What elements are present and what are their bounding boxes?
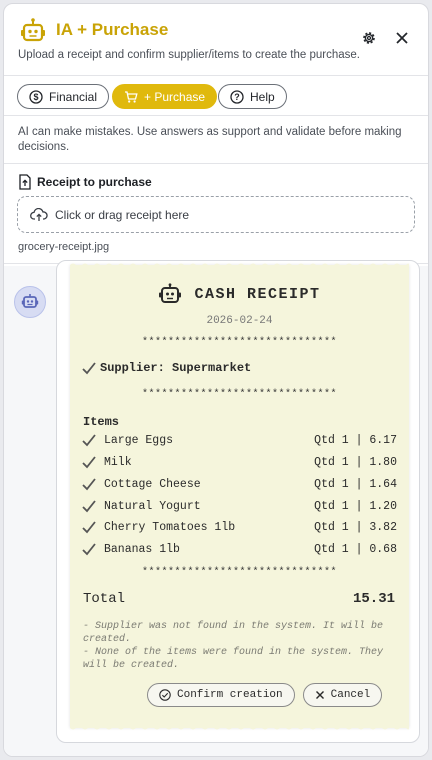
dropzone-label: Click or drag receipt here	[55, 207, 190, 222]
check-icon	[82, 434, 96, 447]
item-qty-price: Qtd 1 | 0.68	[314, 542, 397, 556]
item-name: Cottage Cheese	[104, 477, 201, 491]
tab-bar: $ Financial + Purchase ? Help	[4, 76, 428, 116]
file-upload-icon	[19, 174, 31, 190]
receipt-title: CASH RECEIPT	[194, 285, 321, 303]
receipt-separator: ******************************	[141, 389, 338, 400]
item-name: Cherry Tomatoes 1lb	[104, 520, 236, 534]
check-icon	[82, 543, 96, 556]
receipt-upload-section: Receipt to purchase Click or drag receip…	[4, 164, 428, 264]
item-qty-price: Qtd 1 | 1.80	[314, 455, 397, 469]
receipt-header: CASH RECEIPT	[70, 283, 409, 305]
tab-purchase-label: + Purchase	[144, 89, 206, 104]
robot-icon	[21, 294, 39, 308]
item-name: Large Eggs	[104, 433, 174, 447]
avatar	[14, 286, 46, 318]
list-item: Large Eggs Qtd 1 | 6.17	[81, 432, 397, 448]
receipt-dropzone[interactable]: Click or drag receipt here	[17, 196, 415, 233]
check-icon	[82, 500, 96, 513]
check-icon	[82, 456, 96, 469]
cloud-upload-icon	[30, 207, 48, 221]
gear-icon	[363, 32, 375, 44]
supplier-note: - Supplier was not found in the system. …	[83, 621, 384, 645]
list-item: Cherry Tomatoes 1lb Qtd 1 | 3.82	[81, 519, 397, 535]
check-icon	[82, 362, 96, 375]
settings-button[interactable]	[358, 27, 380, 49]
item-qty-price: Qtd 1 | 3.82	[314, 520, 397, 534]
close-icon	[396, 32, 408, 44]
list-item: Milk Qtd 1 | 1.80	[81, 454, 397, 470]
upload-title: Receipt to purchase	[37, 175, 152, 189]
total-label: Total	[83, 591, 126, 607]
receipt-supplier: Supplier: Supermarket	[81, 360, 251, 376]
receipt-top-edge	[70, 263, 409, 268]
tab-help-label: Help	[250, 89, 275, 104]
cart-icon	[125, 90, 138, 103]
receipt-actions: Confirm creation Cancel	[147, 683, 383, 707]
uploaded-filename: grocery-receipt.jpg	[18, 241, 110, 253]
dollar-icon: $	[29, 89, 43, 104]
panel-title: IA + Purchase	[56, 20, 169, 39]
panel-subtitle: Upload a receipt and confirm supplier/it…	[18, 49, 360, 61]
item-qty-price: Qtd 1 | 1.64	[314, 477, 397, 491]
receipt-bottom-edge	[70, 725, 409, 730]
check-circle-icon	[159, 689, 171, 701]
items-heading: Items	[83, 415, 120, 429]
list-item: Cottage Cheese Qtd 1 | 1.64	[81, 476, 397, 492]
purchase-assistant-panel: IA + Purchase Upload a receipt and confi…	[3, 3, 429, 757]
item-name: Natural Yogurt	[104, 499, 201, 513]
item-name: Bananas 1lb	[104, 542, 180, 556]
tab-financial[interactable]: $ Financial	[17, 84, 110, 109]
cash-receipt: CASH RECEIPT 2026-02-24 ****************…	[70, 263, 409, 730]
svg-text:?: ?	[234, 92, 240, 102]
ai-disclaimer: AI can make mistakes. Use answers as sup…	[4, 116, 428, 164]
assistant-message-bubble: CASH RECEIPT 2026-02-24 ****************…	[56, 260, 420, 743]
robot-icon	[159, 283, 182, 303]
tab-purchase[interactable]: + Purchase	[112, 84, 218, 109]
supplier-label: Supplier: Supermarket	[100, 361, 252, 375]
close-icon	[315, 691, 324, 699]
cancel-label: Cancel	[330, 689, 371, 701]
item-qty-price: Qtd 1 | 1.20	[314, 499, 397, 513]
receipt-date: 2026-02-24	[206, 315, 273, 327]
robot-icon	[21, 18, 45, 42]
close-button[interactable]	[391, 27, 413, 49]
svg-text:$: $	[33, 92, 38, 102]
cancel-button[interactable]: Cancel	[302, 683, 383, 707]
help-icon: ?	[230, 89, 244, 104]
receipt-separator: ******************************	[141, 567, 338, 578]
list-item: Bananas 1lb Qtd 1 | 0.68	[81, 541, 397, 557]
total-value: 15.31	[352, 591, 395, 607]
tab-financial-label: Financial	[49, 89, 98, 104]
confirm-label: Confirm creation	[177, 689, 283, 701]
panel-header: IA + Purchase Upload a receipt and confi…	[4, 4, 428, 76]
check-icon	[82, 478, 96, 491]
item-name: Milk	[104, 455, 132, 469]
tab-help[interactable]: ? Help	[218, 84, 287, 109]
item-qty-price: Qtd 1 | 6.17	[314, 433, 397, 447]
chat-area: CASH RECEIPT 2026-02-24 ****************…	[4, 260, 428, 756]
items-note: - None of the items were found in the sy…	[83, 647, 384, 671]
receipt-separator: ******************************	[141, 337, 338, 348]
confirm-creation-button[interactable]: Confirm creation	[147, 683, 295, 707]
list-item: Natural Yogurt Qtd 1 | 1.20	[81, 498, 397, 514]
check-icon	[82, 521, 96, 534]
